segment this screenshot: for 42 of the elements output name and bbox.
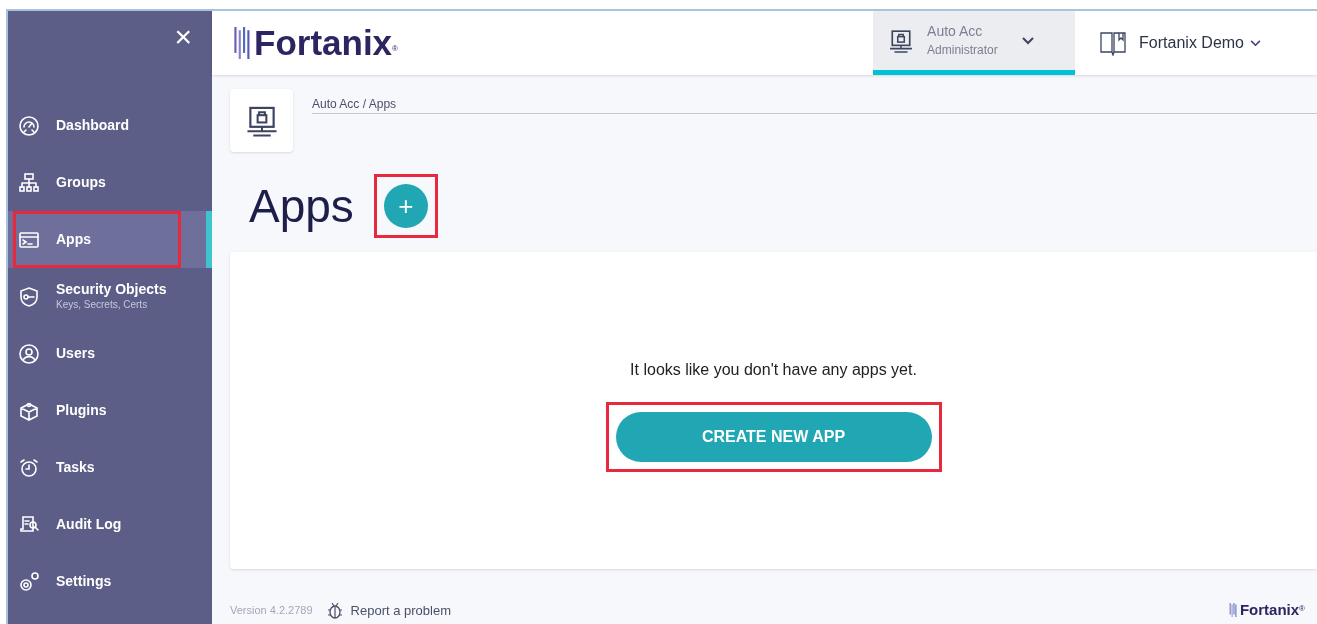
sidebar-item[interactable]: Tasks xyxy=(8,439,212,496)
sidebar-item[interactable]: Settings xyxy=(8,553,212,610)
sidebar-item-label: Apps xyxy=(56,231,91,248)
gauge-icon xyxy=(18,114,40,137)
sidebar-item[interactable]: Groups xyxy=(8,154,212,211)
report-problem-link[interactable]: Report a problem xyxy=(326,600,452,620)
breadcrumb: Auto Acc / Apps xyxy=(312,97,397,111)
monitor-lock-icon xyxy=(245,104,278,137)
page-title: Apps xyxy=(249,180,354,232)
account-role: Administrator xyxy=(927,41,998,59)
sidebar-item-label: Tasks xyxy=(56,459,95,476)
sidebar-item[interactable]: Security Objects Keys, Secrets, Certs xyxy=(8,268,212,325)
sidebar-item[interactable]: Plugins xyxy=(8,382,212,439)
org-dropdown[interactable]: Fortanix Demo xyxy=(1139,31,1261,55)
monitor-lock-icon xyxy=(889,28,914,53)
sidebar-item[interactable]: Audit Log xyxy=(8,496,212,553)
version-label: Version 4.2.2789 xyxy=(230,603,313,618)
footer-logo: Fortanix$^{®}$ xyxy=(1228,599,1305,622)
alarm-clock-icon xyxy=(18,456,40,479)
close-button[interactable]: × xyxy=(174,21,192,53)
sidebar-item-label: Plugins xyxy=(56,402,107,419)
sidebar-item-label: Security Objects xyxy=(56,281,167,298)
sidebar-item-subtitle: Keys, Secrets, Certs xyxy=(56,298,149,312)
sidebar-item-label: Groups xyxy=(56,174,106,191)
sidebar-item-label: Dashboard xyxy=(56,117,130,134)
sidebar-item-label: Settings xyxy=(56,573,112,590)
sidebar-item[interactable]: Apps xyxy=(8,211,212,268)
hierarchy-icon xyxy=(18,171,40,194)
user-icon xyxy=(18,342,40,365)
sidebar-item[interactable]: Dashboard xyxy=(8,97,212,154)
sidebar-item-label: Users xyxy=(56,345,95,362)
account-switcher[interactable]: Auto Acc Administrator xyxy=(873,11,1076,75)
empty-message: It looks like you don't have any apps yet. xyxy=(630,360,917,380)
shield-icon xyxy=(18,285,40,308)
book-icon xyxy=(1099,30,1128,56)
gears-icon xyxy=(18,570,40,593)
chevron-down-icon xyxy=(1250,39,1261,47)
chevron-down-icon xyxy=(1021,36,1034,45)
bug-icon xyxy=(326,601,343,620)
sidebar-item-label: Audit Log xyxy=(56,516,122,533)
account-name: Auto Acc xyxy=(927,21,984,41)
sidebar-item[interactable]: Users xyxy=(8,325,212,382)
